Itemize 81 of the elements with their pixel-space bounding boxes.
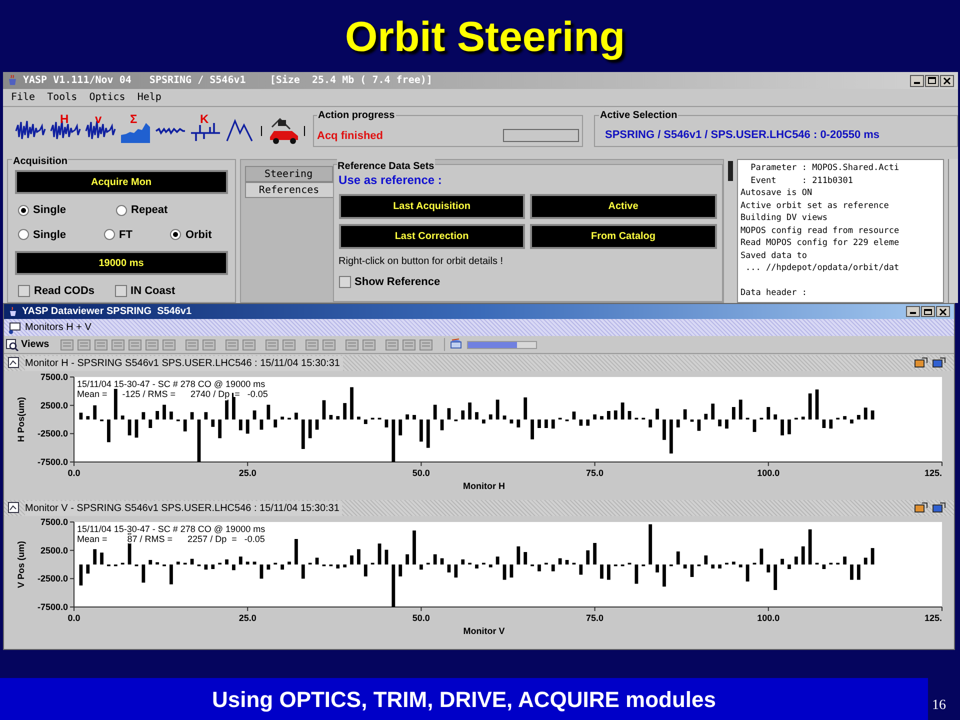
checkbox-label: Read CODs	[34, 284, 95, 299]
y-tick-label: -2500.0	[37, 574, 68, 584]
action-button[interactable]: Acquire Mon	[15, 170, 228, 194]
window-title: YASP Dataviewer SPSRING S546v1	[22, 305, 192, 319]
radio-option[interactable]: Orbit	[170, 226, 212, 243]
x-tick-label: 50.0	[412, 468, 430, 478]
caption-text: Using OPTICS, TRIM, DRIVE, ACQUIRE modules	[212, 686, 716, 714]
radio-label: Repeat	[131, 203, 168, 218]
log-line: ... //hpdepot/opdata/orbit/dat	[744, 262, 900, 274]
page-number: 16	[932, 697, 946, 715]
y-tick-label: -7500.0	[37, 457, 68, 467]
chart-annotation: 15/11/04 15-30-47 - SC # 278 CO @ 19000 ms	[77, 524, 266, 534]
chart-annotation: 15/11/04 15-30-47 - SC # 278 CO @ 19000 ms	[77, 379, 266, 389]
section-heading: Use as reference :	[338, 172, 443, 189]
hint-text: Right-click on button for orbit details !	[338, 255, 504, 269]
tab[interactable]: References	[244, 182, 333, 198]
x-axis-label: Monitor V	[463, 626, 505, 636]
icon-letter: v	[95, 113, 102, 125]
x-tick-label: 125.	[924, 468, 942, 478]
radio-label: Single	[33, 228, 66, 242]
menu-item[interactable]: Tools	[47, 90, 78, 105]
radio-label: FT	[119, 228, 132, 242]
status-text: Acq finished	[317, 128, 384, 144]
y-tick-label: 7500.0	[40, 372, 68, 382]
active-selection-value: SPSRING / S546v1 / SPS.USER.LHC546 : 0-20550 ms	[605, 128, 880, 142]
radio-option[interactable]: Single	[18, 226, 66, 243]
action-button[interactable]: Active	[530, 194, 717, 219]
x-tick-label: 25.0	[238, 613, 256, 623]
window-title: YASP V1.111/Nov 04 SPSRING / S546v1 [Size 25.4 Mb ( 7.4 free)]	[23, 74, 432, 88]
radio-option[interactable]: Single	[18, 202, 66, 218]
views-button[interactable]: Views	[6, 337, 58, 352]
action-button[interactable]: Last Acquisition	[338, 194, 526, 219]
x-tick-label: 50.0	[412, 613, 430, 623]
checkbox-label: Show Reference	[354, 275, 440, 290]
radio-label: Single	[33, 203, 66, 218]
chart-annotation: Mean = -125 / RMS = 2740 / Dp = -0.05	[77, 389, 268, 399]
y-tick-label: 2500.0	[40, 400, 68, 410]
action-button[interactable]: From Catalog	[530, 224, 717, 249]
action-button[interactable]: Last Correction	[338, 224, 526, 249]
panel-title: Action progress	[317, 108, 396, 123]
log-line: Parameter : MOPOS.Shared.Acti	[750, 162, 900, 174]
x-tick-label: 0.0	[68, 613, 80, 623]
x-tick-label: 100.0	[757, 613, 780, 623]
radio-option[interactable]: FT	[104, 226, 132, 243]
monitor-title: Monitor V - SPSRING S546v1 SPS.USER.LHC546 : 15/11/04 15:30:31	[25, 500, 342, 516]
icon-letter: H	[60, 113, 69, 125]
slide-title: Orbit Steering	[344, 12, 626, 62]
y-tick-label: -7500.0	[37, 602, 68, 612]
action-button[interactable]: 19000 ms	[15, 251, 228, 275]
menu-item[interactable]: Help	[137, 90, 162, 105]
x-tick-label: 75.0	[586, 613, 604, 623]
log-line: Building DV views	[740, 212, 828, 224]
y-tick-label: 7500.0	[40, 517, 68, 527]
tab[interactable]: Steering	[244, 166, 333, 182]
log-line: Saved data to	[740, 250, 808, 262]
x-tick-label: 75.0	[586, 468, 604, 478]
y-tick-label: 2500.0	[40, 545, 68, 556]
x-tick-label: 25.0	[238, 468, 256, 478]
menu-item[interactable]: File	[11, 90, 36, 105]
y-axis-label: V Pos (um)	[16, 541, 26, 588]
x-tick-label: 100.0	[757, 468, 780, 478]
panel-title: Acquisition	[12, 154, 68, 169]
log-line: Event : 211b0301	[750, 174, 854, 187]
log-line: Autosave is ON	[740, 187, 814, 200]
monitor-title: Monitor H - SPSRING S546v1 SPS.USER.LHC546 : 15/11/04 15:30:31	[25, 356, 343, 370]
log-line: MOPOS config read from resource	[740, 224, 900, 237]
radio-option[interactable]: Repeat	[116, 202, 168, 218]
radio-label: Orbit	[185, 228, 212, 242]
x-tick-label: 125.	[924, 613, 942, 623]
checkbox-label: IN Coast	[130, 284, 176, 299]
menu-item[interactable]: Optics	[89, 90, 126, 105]
y-tick-label: -2500.0	[37, 428, 68, 439]
icon-letter: K	[200, 113, 209, 125]
x-tick-label: 0.0	[68, 468, 80, 478]
y-axis-label: H Pos(um)	[16, 397, 26, 442]
log-line: Active orbit set as reference	[740, 200, 890, 212]
panel-title: Monitors H + V	[25, 321, 92, 335]
log-line: Read MOPOS config for 229 eleme	[740, 237, 900, 250]
x-axis-label: Monitor H	[463, 481, 505, 491]
icon-letter: Σ	[130, 113, 138, 125]
log-line: Data header :	[740, 286, 808, 299]
